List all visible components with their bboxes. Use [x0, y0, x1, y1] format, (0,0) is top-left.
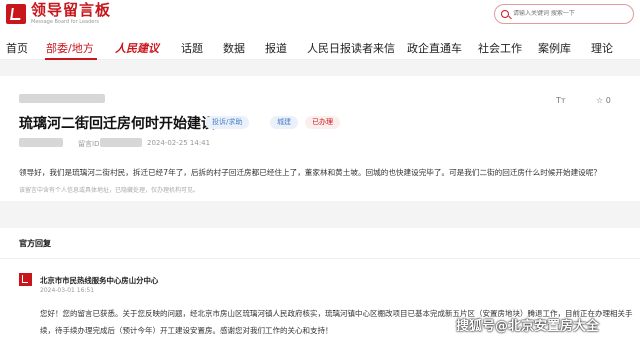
hidden-breadcrumb	[19, 94, 105, 103]
font-size-icon[interactable]: Tт	[556, 96, 566, 105]
privacy-notice: 该留言中含有个人信息或具体地址，已隐藏处理，仅办理机构可见。	[19, 187, 200, 194]
nav-data[interactable]: 数据	[223, 40, 245, 56]
logo-title: 领导留言板	[31, 1, 112, 19]
tag-field[interactable]: 城建	[270, 116, 298, 129]
nav-theory[interactable]: 理论	[591, 40, 613, 56]
reply-department: 北京市市民热线服务中心房山分中心	[40, 276, 159, 285]
top-header: 领导留言板 Message Board for Leaders	[0, 0, 640, 34]
divider	[0, 258, 640, 259]
nav-social-work[interactable]: 社会工作	[478, 40, 522, 56]
reply-section-title: 官方回复	[19, 239, 51, 248]
nav-readers-letters[interactable]: 人民日报读者来信	[307, 40, 395, 56]
hidden-post-id	[100, 138, 142, 147]
search-input[interactable]	[513, 10, 613, 17]
nav-enterprise[interactable]: 政企直通车	[407, 40, 462, 56]
logo-subtitle: Message Board for Leaders	[31, 19, 100, 25]
post-title: 琉璃河二街回迁房何时开始建设	[19, 116, 215, 132]
watermark: 搜狐号@北京安置房大全	[456, 319, 600, 334]
hidden-author	[19, 138, 63, 147]
nav-active-indicator	[45, 58, 97, 60]
nav-people-suggestions[interactable]: 人民建议	[115, 40, 159, 56]
nav-ministries[interactable]: 部委/地方	[46, 40, 94, 56]
search-box[interactable]	[494, 4, 634, 24]
search-icon[interactable]	[501, 10, 509, 18]
site-logo[interactable]: 领导留言板 Message Board for Leaders	[6, 3, 111, 25]
post-id-label: 留言ID	[78, 140, 100, 148]
like-count: 0	[605, 96, 611, 105]
main-nav: 首页 部委/地方 人民建议 话题 数据 报道 人民日报读者来信 政企直通车 社会…	[0, 34, 640, 60]
nav-reports[interactable]: 报道	[265, 40, 287, 56]
status-badge: 已办理	[305, 116, 340, 129]
nav-topics[interactable]: 话题	[181, 40, 203, 56]
tag-category[interactable]: 投诉/求助	[205, 116, 250, 129]
post-content: 领导好，我们是琉璃河二街村民，拆迁已经7年了，后拆的村子回迁房都已经住上了，董家…	[19, 168, 601, 177]
reply-date: 2024-03-01 16:51	[40, 287, 95, 294]
post-date: 2024-02-25 14:41	[147, 139, 211, 147]
nav-cases[interactable]: 案例库	[538, 40, 571, 56]
like-button[interactable]: ☆ 0	[596, 96, 611, 105]
nav-home[interactable]: 首页	[6, 40, 28, 56]
logo-icon	[6, 4, 26, 24]
department-icon	[19, 273, 32, 286]
